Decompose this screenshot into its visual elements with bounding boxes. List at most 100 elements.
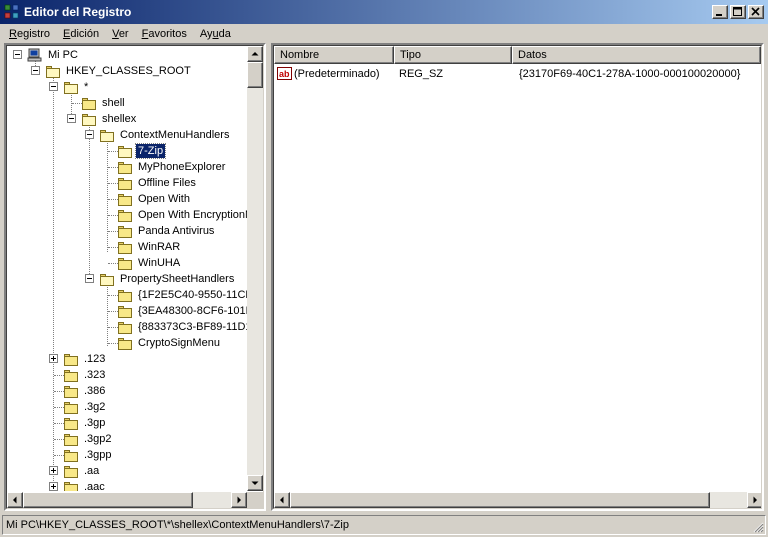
expander-extension[interactable] [49, 482, 58, 491]
tree-node-7-zip[interactable]: 7-Zip [117, 143, 167, 159]
folder-icon [63, 369, 79, 382]
scroll-thumb-horizontal[interactable] [290, 492, 710, 508]
menu-ver[interactable]: Ver [105, 27, 135, 41]
tree-node-extension[interactable]: .123 [63, 351, 107, 367]
tree-label: .323 [84, 369, 106, 381]
list-row[interactable]: ab (Predeterminado) REG_SZ {23170F69-40C… [274, 66, 761, 82]
expander-extension[interactable] [49, 466, 58, 475]
expander-star[interactable] [49, 82, 58, 91]
folder-icon [63, 353, 79, 366]
status-path: Mi PC\HKEY_CLASSES_ROOT\*\shellex\Contex… [6, 519, 349, 531]
scroll-thumb[interactable] [247, 62, 263, 88]
tree-label: * [84, 81, 89, 93]
tree-node-extension[interactable]: .aac [63, 479, 107, 491]
arrow-right-icon [237, 496, 241, 504]
list-header: Nombre Tipo Datos [274, 46, 761, 64]
tree-label: shellex [102, 113, 137, 125]
folder-icon [63, 401, 79, 414]
expander-mi-pc[interactable] [13, 50, 22, 59]
value-data: {23170F69-40C1-278A-1000-000100020000} [519, 68, 741, 80]
scroll-down-button[interactable] [247, 475, 263, 491]
value-type: REG_SZ [399, 68, 444, 80]
tree-label: .3g2 [84, 401, 106, 413]
expander-context-menu-handlers[interactable] [85, 130, 94, 139]
tree-node-open-with[interactable]: Open With [117, 191, 192, 207]
values-pane[interactable]: Nombre Tipo Datos ab (Predeterminado) RE… [271, 43, 764, 511]
expander-hkcr[interactable] [31, 66, 40, 75]
tree-label: Open With EncryptionM [138, 209, 247, 221]
menu-registro[interactable]: Registro [2, 27, 56, 41]
tree-node-offline-files[interactable]: Offline Files [117, 175, 198, 191]
tree-node-panda-antivirus[interactable]: Panda Antivirus [117, 223, 216, 239]
tree-node-extension[interactable]: .3gpp [63, 447, 114, 463]
values-horizontal-scrollbar[interactable] [274, 492, 761, 508]
tree-node-psh-1[interactable]: {1F2E5C40-9550-11CE [117, 287, 247, 303]
tree-node-property-sheet-handlers[interactable]: PropertySheetHandlers [99, 271, 236, 287]
tree-node-shellex[interactable]: shellex [81, 111, 138, 127]
expander-shellex[interactable] [67, 114, 76, 123]
tree-label: Panda Antivirus [138, 225, 215, 237]
tree-label: {1F2E5C40-9550-11CE [138, 289, 247, 301]
folder-icon [99, 129, 115, 142]
tree-node-extension[interactable]: .3gp [63, 415, 107, 431]
tree-label: Offline Files [138, 177, 196, 189]
tree-label: Mi PC [48, 49, 78, 61]
tree-node-cryptosignmenu[interactable]: CryptoSignMenu [117, 335, 222, 351]
tree-node-extension[interactable]: .386 [63, 383, 107, 399]
resize-grip-icon[interactable] [752, 521, 764, 533]
tree-node-myphoneexplorer[interactable]: MyPhoneExplorer [117, 159, 227, 175]
tree-node-psh-2[interactable]: {3EA48300-8CF6-101E [117, 303, 247, 319]
menu-ayuda[interactable]: Ayuda [193, 27, 237, 41]
scroll-thumb-horizontal[interactable] [23, 492, 193, 508]
menu-favoritos[interactable]: Favoritos [135, 27, 193, 41]
tree-horizontal-scrollbar[interactable] [7, 492, 247, 508]
column-nombre[interactable]: Nombre [274, 46, 394, 64]
tree-pane[interactable]: Mi PC HKEY_CLASSES_ROOT * shell shellex … [4, 43, 266, 511]
tree-label: HKEY_CLASSES_ROOT [66, 65, 191, 77]
menu-bar: Registro Edición Ver Favoritos Ayuda [0, 24, 768, 43]
tree-node-open-with-encryption[interactable]: Open With EncryptionM [117, 207, 247, 223]
tree-node-hkcr[interactable]: HKEY_CLASSES_ROOT [45, 63, 193, 79]
tree-node-psh-3[interactable]: {883373C3-BF89-11D1 [117, 319, 247, 335]
tree-label: 7-Zip [134, 143, 167, 159]
folder-icon [63, 81, 79, 94]
tree-node-winuha[interactable]: WinUHA [117, 255, 182, 271]
tree-node-star[interactable]: * [63, 79, 90, 95]
menu-label-post: da [218, 27, 231, 40]
tree-label: .386 [84, 385, 106, 397]
menu-edicion[interactable]: Edición [56, 27, 105, 41]
close-button[interactable] [748, 5, 764, 19]
tree-vertical-scrollbar[interactable] [247, 46, 263, 491]
tree-node-shell[interactable]: shell [81, 95, 127, 111]
folder-icon [117, 257, 133, 270]
tree-node-extension[interactable]: .3g2 [63, 399, 107, 415]
column-datos[interactable]: Datos [512, 46, 761, 64]
svg-text:ab: ab [279, 69, 290, 79]
scroll-right-button[interactable] [231, 492, 247, 508]
minimize-button[interactable] [712, 5, 728, 19]
minimize-icon [716, 14, 722, 16]
tree-label: WinRAR [138, 241, 181, 253]
menu-label-post: dición [70, 27, 100, 40]
folder-icon [117, 337, 133, 350]
scroll-left-button[interactable] [7, 492, 23, 508]
tree-node-winrar[interactable]: WinRAR [117, 239, 182, 255]
registry-tree[interactable]: Mi PC HKEY_CLASSES_ROOT * shell shellex … [7, 46, 247, 491]
folder-icon [117, 145, 133, 158]
tree-node-extension[interactable]: .323 [63, 367, 107, 383]
tree-node-context-menu-handlers[interactable]: ContextMenuHandlers [99, 127, 231, 143]
tree-node-extension[interactable]: .3gp2 [63, 431, 114, 447]
scroll-up-button[interactable] [247, 46, 263, 62]
scroll-right-button[interactable] [747, 492, 761, 508]
tree-node-extension[interactable]: .aa [63, 463, 101, 479]
tree-label: .3gp2 [84, 433, 112, 445]
expander-property-sheet-handlers[interactable] [85, 274, 94, 283]
title-bar[interactable]: Editor del Registro [0, 0, 768, 24]
expander-extension[interactable] [49, 354, 58, 363]
tree-label: PropertySheetHandlers [120, 273, 235, 285]
column-tipo[interactable]: Tipo [394, 46, 512, 64]
scroll-left-button[interactable] [274, 492, 290, 508]
tree-node-mi-pc[interactable]: Mi PC [27, 47, 80, 63]
tree-label: Open With [138, 193, 190, 205]
maximize-button[interactable] [730, 5, 746, 19]
